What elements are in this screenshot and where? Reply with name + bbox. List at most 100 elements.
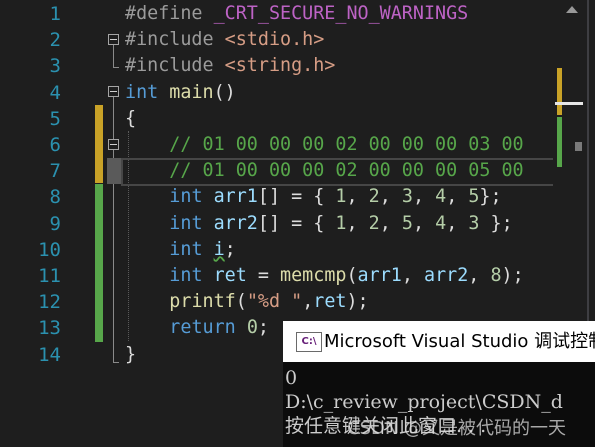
code-line[interactable]: { bbox=[125, 106, 136, 132]
code-line[interactable]: } bbox=[125, 342, 136, 368]
code-line[interactable]: int i; bbox=[125, 237, 235, 263]
code-token: [] = { bbox=[257, 186, 336, 208]
code-token: , bbox=[446, 186, 469, 208]
fold-main-end bbox=[113, 362, 119, 363]
code-token: , bbox=[468, 265, 491, 286]
code-line[interactable]: printf("%d ",ret); bbox=[125, 289, 368, 315]
code-line[interactable]: return 0; bbox=[125, 315, 269, 341]
scrollbar-caret-marker bbox=[555, 102, 583, 105]
code-token: } bbox=[125, 343, 137, 365]
code-line[interactable]: // 01 00 00 00 02 00 00 00 05 00 bbox=[125, 158, 524, 184]
code-token: "%d " bbox=[246, 291, 303, 313]
code-token: 0 bbox=[246, 317, 258, 339]
code-token: , bbox=[379, 212, 402, 234]
line-number: 9 bbox=[49, 212, 61, 235]
fold-main-icon[interactable] bbox=[108, 86, 119, 97]
scroll-up-arrow-icon[interactable] bbox=[566, 6, 578, 13]
code-token: arr2 bbox=[424, 265, 469, 286]
code-token: printf bbox=[169, 291, 236, 313]
code-token: // 01 00 00 00 02 00 00 00 03 00 bbox=[169, 134, 524, 155]
code-token: 5 bbox=[401, 212, 413, 234]
line-number: 4 bbox=[49, 81, 61, 104]
code-token: = bbox=[246, 265, 281, 286]
console-title-bar[interactable]: C:\ Microsoft Visual Studio 调试控制台 bbox=[283, 321, 595, 362]
code-token: arr1 bbox=[213, 186, 258, 208]
line-number: 10 bbox=[38, 238, 61, 261]
code-token: 5 bbox=[468, 186, 480, 208]
code-line[interactable]: #include <string.h> bbox=[125, 53, 335, 79]
code-token: 8 bbox=[490, 265, 502, 286]
code-token: // 01 00 00 00 02 00 00 00 05 00 bbox=[169, 160, 524, 182]
code-token: <string.h> bbox=[224, 55, 336, 77]
code-token: memcmp bbox=[280, 265, 347, 286]
code-line[interactable]: int arr2[] = { 1, 2, 5, 4, 3 }; bbox=[125, 211, 513, 237]
line-number: 5 bbox=[49, 107, 61, 130]
fold-include-icon[interactable] bbox=[108, 34, 119, 45]
code-token: , bbox=[446, 212, 469, 234]
code-token: int bbox=[169, 212, 203, 234]
code-token: int bbox=[169, 186, 203, 208]
code-token: 1 bbox=[335, 212, 347, 234]
saved-change-marker bbox=[95, 184, 103, 342]
scrollbar-saved-marker bbox=[557, 117, 562, 167]
line-number: 8 bbox=[49, 186, 61, 209]
code-token: 4 bbox=[435, 186, 447, 208]
fold-include-guide bbox=[113, 45, 114, 67]
line-number: 3 bbox=[49, 55, 61, 78]
code-line[interactable]: #define _CRT_SECURE_NO_WARNINGS bbox=[125, 1, 468, 27]
code-token: #include bbox=[125, 29, 225, 51]
code-token: #define bbox=[125, 3, 214, 24]
code-line[interactable]: // 01 00 00 00 02 00 00 00 03 00 bbox=[125, 132, 524, 158]
code-line[interactable]: int ret = memcmp(arr1, arr2, 8); bbox=[125, 263, 524, 289]
scrollbar-unsaved-marker bbox=[557, 68, 562, 115]
fold-comment-icon[interactable] bbox=[108, 139, 119, 150]
scrollbar-thumb[interactable] bbox=[575, 142, 582, 151]
code-token: int bbox=[125, 81, 159, 103]
code-token: [] = { bbox=[257, 212, 336, 234]
code-token: int bbox=[169, 238, 203, 260]
code-token: }; bbox=[479, 186, 502, 208]
line-number: 2 bbox=[49, 29, 61, 52]
code-token: ( bbox=[235, 291, 247, 313]
code-line[interactable]: int main() bbox=[125, 80, 236, 106]
fold-include-end bbox=[113, 67, 119, 68]
code-token: }; bbox=[479, 212, 513, 234]
code-line[interactable]: #include <stdio.h> bbox=[125, 27, 324, 53]
code-token: 1 bbox=[335, 186, 347, 208]
code-token: ret bbox=[213, 265, 247, 286]
line-number: 11 bbox=[38, 265, 61, 287]
code-token: , bbox=[346, 212, 369, 234]
code-token: , bbox=[412, 186, 436, 208]
current-line-margin bbox=[107, 158, 121, 184]
code-token: , bbox=[346, 186, 369, 208]
code-token: main bbox=[169, 81, 214, 103]
line-number: 12 bbox=[38, 291, 61, 314]
code-token: () bbox=[213, 81, 236, 103]
code-token: _CRT_SECURE_NO_WARNINGS bbox=[213, 3, 469, 24]
code-line[interactable]: int arr1[] = { 1, 2, 3, 4, 5}; bbox=[125, 184, 502, 210]
line-number: 1 bbox=[49, 3, 61, 25]
code-token: 2 bbox=[368, 186, 380, 208]
code-token: arr1 bbox=[357, 265, 402, 286]
unsaved-change-marker bbox=[95, 105, 103, 183]
code-token: , bbox=[412, 212, 436, 234]
code-token: { bbox=[125, 107, 137, 129]
line-number: 6 bbox=[49, 134, 61, 156]
code-token: ); bbox=[501, 265, 524, 286]
console-app-icon: C:\ bbox=[296, 332, 322, 352]
line-number: 14 bbox=[38, 343, 61, 366]
console-title: Microsoft Visual Studio 调试控制台 bbox=[324, 331, 595, 352]
code-token: , bbox=[379, 186, 402, 208]
console-output-line: 0 bbox=[285, 367, 298, 389]
